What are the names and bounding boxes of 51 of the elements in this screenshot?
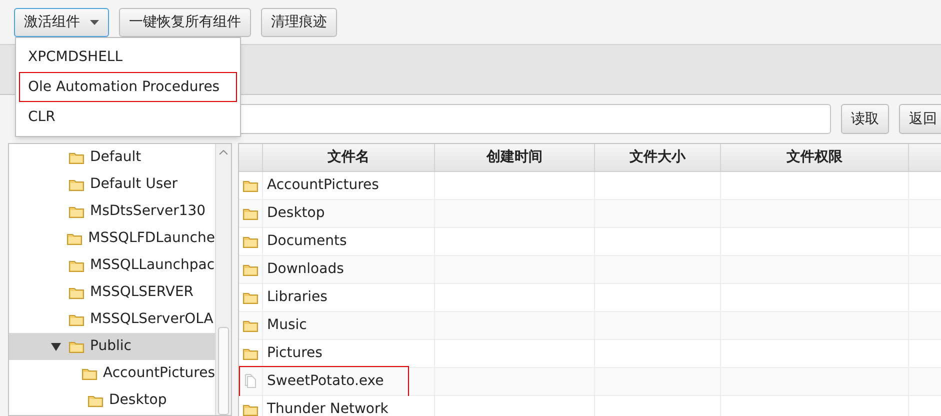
folder-icon — [69, 178, 84, 190]
folder-icon — [243, 348, 258, 360]
caret-icon — [90, 20, 99, 24]
folder-icon — [67, 232, 82, 244]
menu-item[interactable]: CLR — [19, 102, 237, 132]
folder-icon — [243, 320, 258, 332]
folder-icon — [243, 236, 258, 248]
folder-icon — [243, 208, 258, 220]
column-header[interactable]: 文件权限 — [721, 144, 909, 171]
path-button[interactable]: 读取 — [841, 104, 889, 134]
column-header[interactable]: 文件大小 — [595, 144, 721, 171]
file-name-cell[interactable]: Documents — [263, 228, 435, 255]
column-header[interactable]: 创建时间 — [435, 144, 595, 171]
scrollbar[interactable] — [215, 144, 231, 415]
folder-icon — [243, 264, 258, 276]
folder-icon — [69, 314, 84, 326]
tree-item[interactable]: AccountPictures — [9, 360, 215, 387]
scroll-up-icon[interactable] — [219, 150, 228, 155]
toolbar-button[interactable]: 一键恢复所有组件 — [119, 8, 251, 36]
tree-item[interactable]: Public — [9, 333, 215, 360]
tree-item[interactable]: MSSQLLaunchpac — [9, 252, 215, 279]
path-button[interactable]: 返回 — [899, 104, 941, 134]
file-name-cell[interactable]: AccountPictures — [263, 172, 435, 199]
tree-item[interactable]: Desktop — [9, 387, 215, 414]
tree-item[interactable]: Default User — [9, 171, 215, 198]
folder-icon — [69, 340, 84, 352]
file-name-cell[interactable]: Pictures — [263, 340, 435, 367]
folder-icon — [82, 368, 98, 380]
folder-icon — [88, 394, 103, 406]
folder-icon — [243, 180, 258, 192]
folder-icon — [243, 292, 258, 304]
tree-item[interactable]: MSSQLFDLaunche — [9, 225, 215, 252]
menu-item[interactable]: XPCMDSHELL — [19, 42, 237, 72]
toolbar-button[interactable]: 清理痕迹 — [261, 8, 337, 36]
folder-icon — [69, 286, 84, 298]
folder-icon — [69, 260, 84, 272]
menu-item[interactable]: Ole Automation Procedures — [19, 72, 237, 102]
tree-item[interactable]: MsDtsServer130 — [9, 198, 215, 225]
folder-icon — [69, 206, 84, 218]
file-name-cell[interactable]: Libraries — [263, 284, 435, 311]
scroll-thumb[interactable] — [218, 326, 229, 415]
file-name-cell[interactable]: Thunder Network — [263, 396, 435, 416]
folder-icon — [243, 404, 258, 416]
column-header[interactable]: 文件名 — [263, 144, 435, 171]
tree-item[interactable]: MSSQLSERVER — [9, 279, 215, 306]
tree-item[interactable]: Default — [9, 144, 215, 171]
file-icon — [244, 374, 257, 389]
expanded-arrow-icon[interactable] — [51, 342, 61, 350]
folder-icon — [69, 152, 84, 164]
dropdown-button[interactable]: 激活组件 — [14, 8, 109, 36]
tree-item[interactable]: MSSQLServerOLA — [9, 306, 215, 333]
